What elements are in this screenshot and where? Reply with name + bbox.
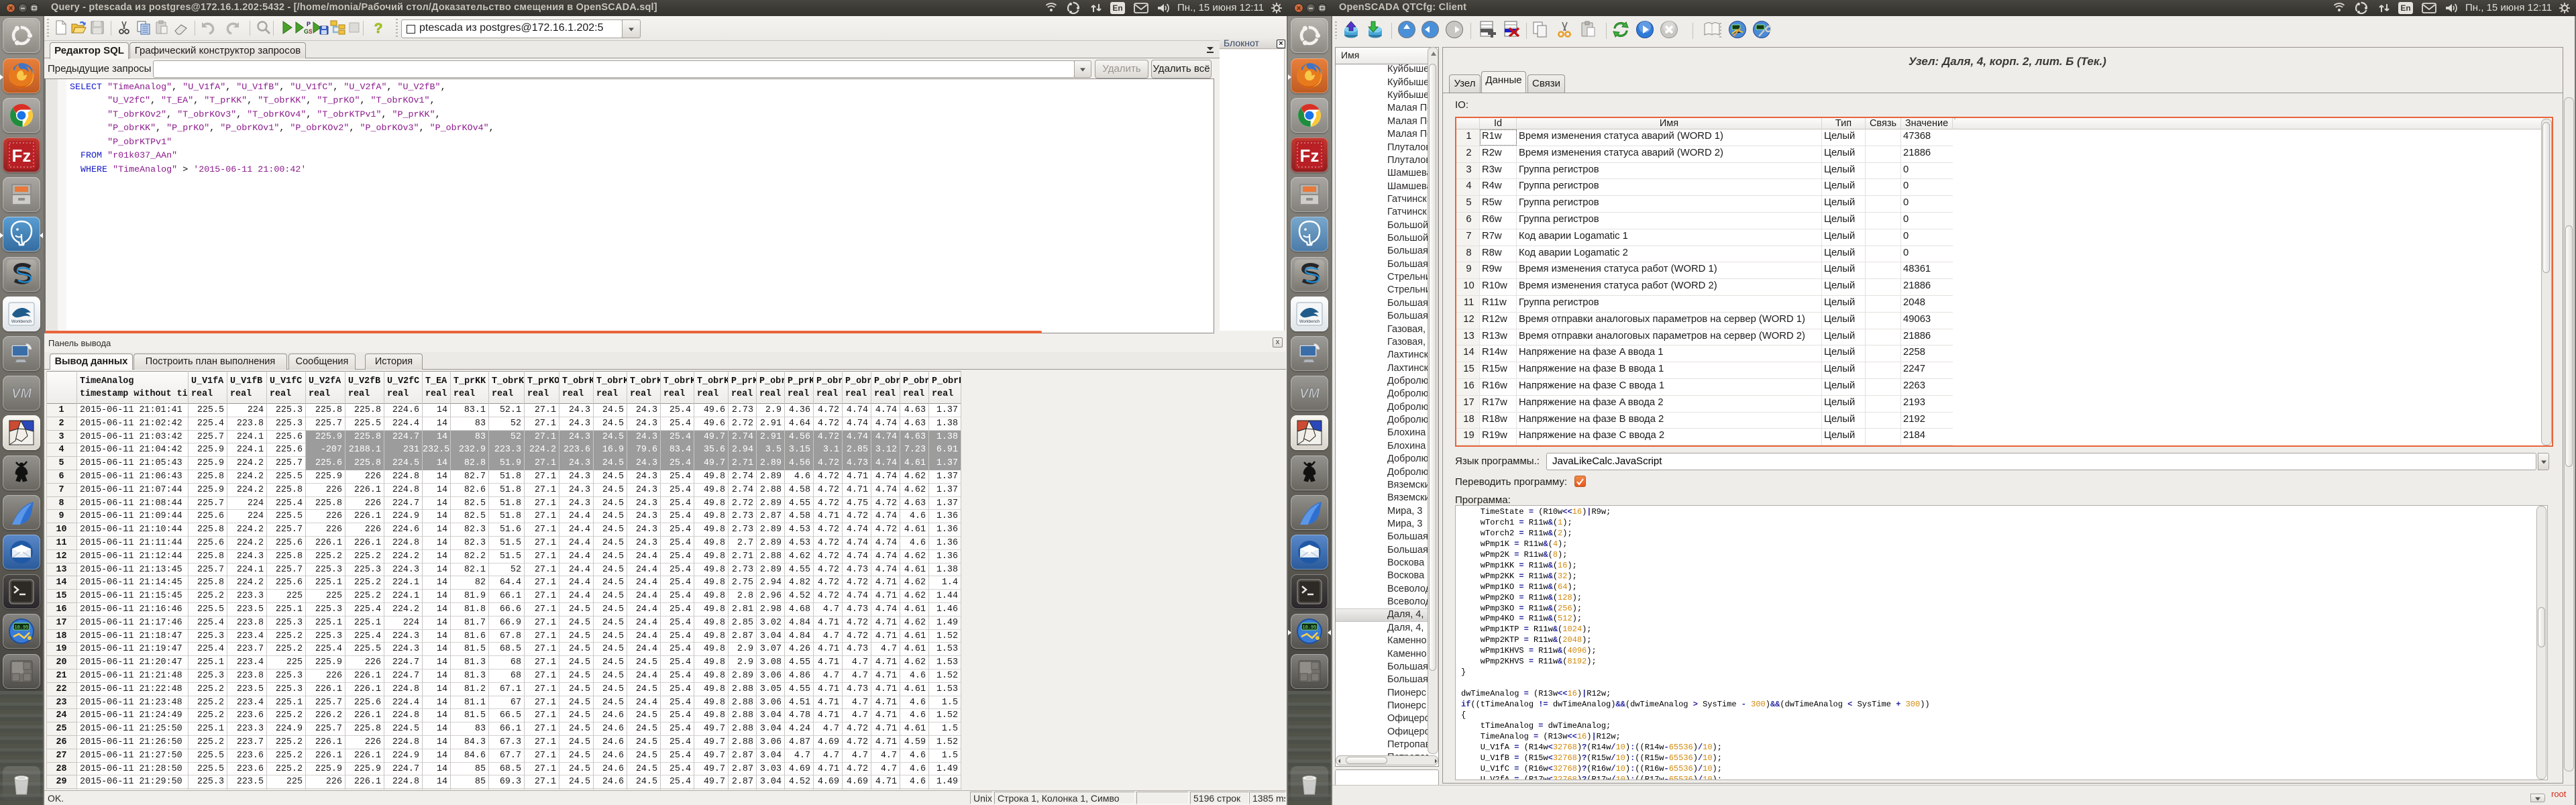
svg-text:?: ?: [374, 21, 383, 36]
svg-text:G: G: [304, 28, 309, 35]
svg-text:10.95: 10.95: [1302, 625, 1316, 631]
svg-text:Fz: Fz: [1300, 146, 1320, 166]
svg-text:VM: VM: [1299, 386, 1320, 401]
svg-text:Fz: Fz: [12, 146, 32, 166]
svg-text:VM: VM: [11, 386, 32, 401]
svg-text:Workbench: Workbench: [1299, 320, 1320, 324]
svg-text:Workbench: Workbench: [11, 320, 32, 324]
svg-text:P: P: [307, 21, 311, 28]
svg-text:10.95: 10.95: [14, 625, 28, 631]
